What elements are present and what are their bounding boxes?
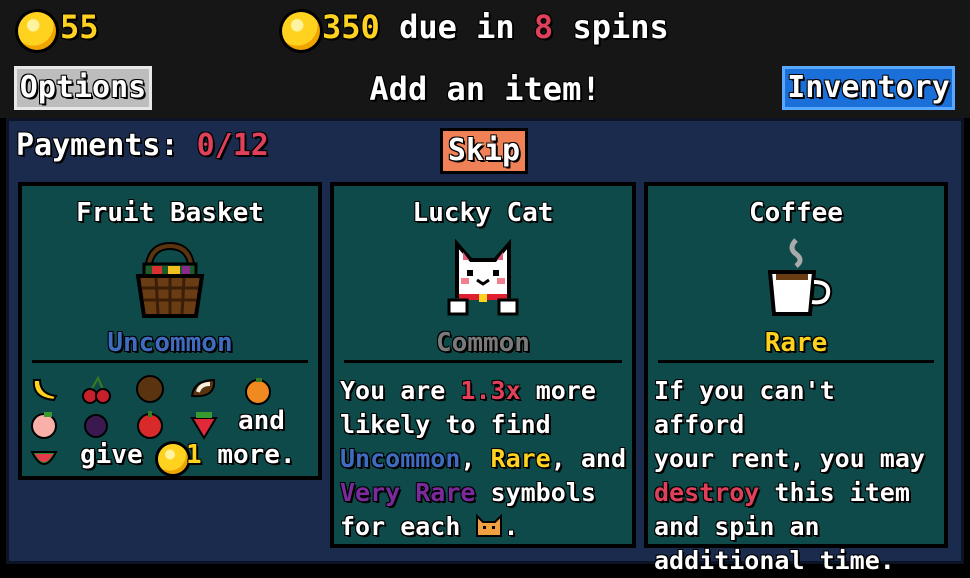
- desc-more: more.: [217, 440, 296, 470]
- spins-left: 8: [533, 8, 554, 46]
- spins-text: spins: [572, 8, 669, 46]
- desc-amount: 1: [186, 440, 202, 470]
- coffee-icon: [767, 238, 833, 316]
- rare-text: Rare: [490, 444, 551, 473]
- card-rarity: Common: [436, 328, 530, 358]
- banana-icon: [32, 379, 58, 402]
- very-rare-text: Very Rare: [340, 478, 476, 507]
- card-title: Lucky Cat: [412, 198, 554, 228]
- coin-icon: [18, 12, 56, 50]
- card-divider: [32, 360, 308, 363]
- watermelon-icon: [30, 451, 58, 465]
- coin-icon: [158, 444, 188, 474]
- coconut-half-icon: [190, 378, 216, 398]
- rent-due-line: 350 due in 8 spins: [322, 8, 669, 46]
- card-description: If you can't afford your rent, you may d…: [654, 376, 925, 575]
- rent-coin-icon: [282, 12, 320, 50]
- header-bar: Add an item! Options Inventory: [0, 62, 970, 118]
- card-description: You are 1.3x more likely to find Uncommo…: [340, 376, 627, 541]
- desc-amount-more: 1 more.: [186, 440, 296, 470]
- card-divider: [344, 360, 622, 363]
- payments-status: Payments: 0/12: [16, 128, 269, 163]
- coconut-icon: [136, 375, 164, 403]
- card-title: Fruit Basket: [76, 198, 264, 228]
- orange-icon: [245, 378, 271, 405]
- inventory-button[interactable]: Inventory: [782, 66, 955, 110]
- item-card-coffee[interactable]: Coffee Rare If you can't afford your ren…: [644, 182, 948, 575]
- payments-label: Payments:: [16, 128, 179, 163]
- item-card-fruit-basket[interactable]: Fruit Basket Uncommon and give 1 more.: [18, 182, 322, 480]
- fruit-basket-icon: [135, 241, 205, 318]
- cherry-icon: [82, 375, 111, 404]
- card-rarity: Rare: [764, 328, 828, 358]
- due-text: due in: [399, 8, 515, 46]
- card-divider: [658, 360, 934, 363]
- desc-and: and: [238, 406, 285, 436]
- apple-icon: [137, 411, 163, 439]
- destroy-text: destroy: [654, 478, 760, 507]
- skip-button[interactable]: Skip: [440, 128, 528, 174]
- top-status-bar: 55 350 due in 8 spins: [0, 0, 970, 62]
- strawberry-icon: [190, 412, 218, 440]
- peach-icon: [31, 412, 57, 439]
- multiplier-text: 1.3x: [460, 376, 521, 405]
- desc-give: give: [80, 440, 143, 470]
- payments-value: 0/12: [196, 128, 269, 163]
- plum-icon: [84, 414, 108, 438]
- item-card-lucky-cat[interactable]: Lucky Cat Common You are 1.3x more likel…: [330, 182, 636, 548]
- options-button[interactable]: Options: [14, 66, 152, 110]
- lucky-cat-icon: [447, 238, 519, 316]
- card-title: Coffee: [749, 198, 843, 228]
- coin-count: 55: [60, 8, 99, 46]
- uncommon-text: Uncommon: [340, 444, 461, 473]
- rent-amount: 350: [322, 8, 380, 46]
- cat-icon: [476, 513, 503, 537]
- card-rarity: Uncommon: [107, 328, 233, 358]
